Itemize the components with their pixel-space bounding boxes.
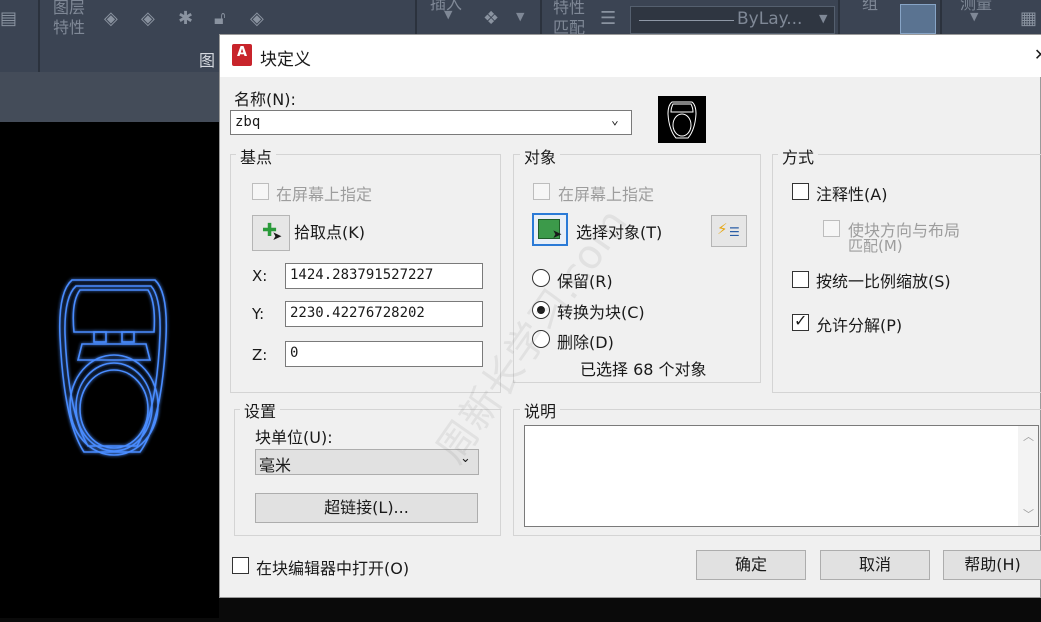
help-button[interactable]: 帮助(H) [943,550,1041,580]
linetype-dropdown[interactable]: ByLay... ▼ [630,6,835,34]
cursor-icon: ➤ [272,229,283,243]
ribbon-tab-partial[interactable]: 图 [199,47,215,71]
retain-label: 保留(R) [557,272,613,291]
layer-properties-label-2[interactable]: 特性 [53,14,85,38]
block-edit-icon[interactable]: ❖ [483,8,499,29]
toilet-drawing [58,279,168,456]
chevron-down-icon: ⌄ [460,451,471,466]
select-objects-label: 选择对象(T) [576,223,663,242]
checkmark-icon: ✓ [794,311,808,330]
settings-group-title: 设置 [240,398,281,422]
selected-count-status: 已选择 68 个对象 [580,360,707,379]
name-combobox[interactable]: zbq ⌄ [230,110,632,135]
calculator-icon[interactable]: ▦ [1020,8,1037,29]
convert-to-block-label: 转换为块(C) [557,303,645,322]
group-label[interactable]: 组 [862,0,878,14]
close-icon[interactable]: ✕ [1034,45,1041,64]
allow-exploding-checkbox[interactable]: ✓ [792,311,809,331]
radio-dot [537,306,545,314]
name-label: 名称(N): [234,90,296,109]
layer-tool-icon-5[interactable]: ◈ [250,8,264,29]
linetype-icon: ☰ [600,8,617,29]
annotative-checkbox[interactable] [792,183,809,200]
block-unit-label: 块单位(U): [255,428,333,447]
dialog-title: 块定义 [260,50,311,70]
description-scrollbar[interactable]: ︿ ﹀ [1018,426,1038,526]
block-definition-dialog: A 块定义 ✕ 名称(N): zbq ⌄ 基点 在屏幕上指定 ✚ ➤ 拾取点(K… [219,34,1041,598]
objects-specify-checkbox[interactable] [533,183,550,200]
match-orientation-label-2: 匹配(M) [848,237,903,255]
cursor-icon: ➤ [552,227,563,241]
hyperlink-button-label: 超链接(L)... [324,498,409,517]
z-value: 0 [290,345,299,361]
pick-point-button[interactable]: ✚ ➤ [252,215,290,251]
quick-select-button[interactable]: ⚡ ☰ [711,215,747,247]
basepoint-specify-checkbox[interactable] [252,183,269,200]
z-coordinate-input[interactable]: 0 [285,341,483,367]
annotative-label: 注释性(A) [816,185,888,204]
help-button-label: 帮助(H) [964,555,1021,574]
delete-label: 删除(D) [557,333,614,352]
insert-dropdown-icon[interactable]: ▼ [444,8,452,21]
name-value: zbq [235,114,261,130]
block-dropdown-icon[interactable]: ▼ [516,10,524,23]
block-preview-thumbnail [658,96,706,143]
drawing-canvas[interactable] [0,122,219,618]
basepoint-group-title: 基点 [236,144,277,168]
y-label: Y: [252,305,265,323]
scale-uniformly-checkbox[interactable] [792,271,809,288]
y-coordinate-input[interactable]: 2230.42276728202 [285,301,483,327]
block-unit-select[interactable]: 毫米 ⌄ [255,449,479,475]
allow-exploding-label: 允许分解(P) [816,316,903,335]
basepoint-specify-label: 在屏幕上指定 [276,185,373,204]
scale-uniformly-label: 按统一比例缩放(S) [816,272,951,291]
layer-lock-icon[interactable]: 🔓︎ [214,8,226,29]
description-textarea[interactable]: ︿ ﹀ [524,425,1039,527]
cancel-button[interactable]: 取消 [820,550,930,580]
quick-select-icon: ⚡ [717,220,728,238]
behavior-group-title: 方式 [778,144,819,168]
ribbon-separator [38,0,40,72]
y-value: 2230.42276728202 [290,305,425,321]
open-in-editor-label: 在块编辑器中打开(O) [256,559,410,578]
chevron-down-icon: ⌄ [611,113,619,128]
autocad-logo-icon: A [232,44,252,66]
linetype-value: ByLay... [737,9,803,29]
measure-dropdown-icon[interactable]: ▼ [970,10,978,23]
pick-point-label: 拾取点(K) [294,223,365,242]
objects-group-title: 对象 [520,144,561,168]
layer-tool-icon-3[interactable]: ✱ [178,8,193,29]
hyperlink-button[interactable]: 超链接(L)... [255,493,478,523]
match-orientation-checkbox[interactable] [823,220,840,237]
x-value: 1424.283791527227 [290,267,434,283]
convert-to-block-radio[interactable] [532,301,550,319]
list-icon: ☰ [729,225,740,239]
block-unit-value: 毫米 [259,456,292,475]
dialog-titlebar[interactable]: A 块定义 ✕ [220,35,1041,77]
description-group-title: 说明 [520,398,561,422]
chevron-down-icon: ▼ [819,12,828,25]
ok-button-label: 确定 [734,555,767,574]
x-coordinate-input[interactable]: 1424.283791527227 [285,263,483,289]
x-label: X: [252,267,268,285]
layer-tool-icon-2[interactable]: ◈ [141,8,155,29]
retain-radio[interactable] [532,269,550,287]
layer-list-icon[interactable]: ▤ [0,8,17,29]
scroll-up-icon[interactable]: ︿ [1023,428,1034,444]
select-objects-button[interactable]: ➤ [532,213,568,246]
scroll-down-icon[interactable]: ﹀ [1023,506,1034,522]
ok-button[interactable]: 确定 [696,550,806,580]
objects-specify-label: 在屏幕上指定 [558,185,655,204]
z-label: Z: [252,346,268,364]
delete-radio[interactable] [532,330,550,348]
cancel-button-label: 取消 [858,555,891,574]
group-select-button[interactable] [900,4,936,34]
layer-tool-icon-1[interactable]: ◈ [104,8,118,29]
open-in-editor-checkbox[interactable] [232,557,249,574]
linetype-preview-line [639,20,734,21]
